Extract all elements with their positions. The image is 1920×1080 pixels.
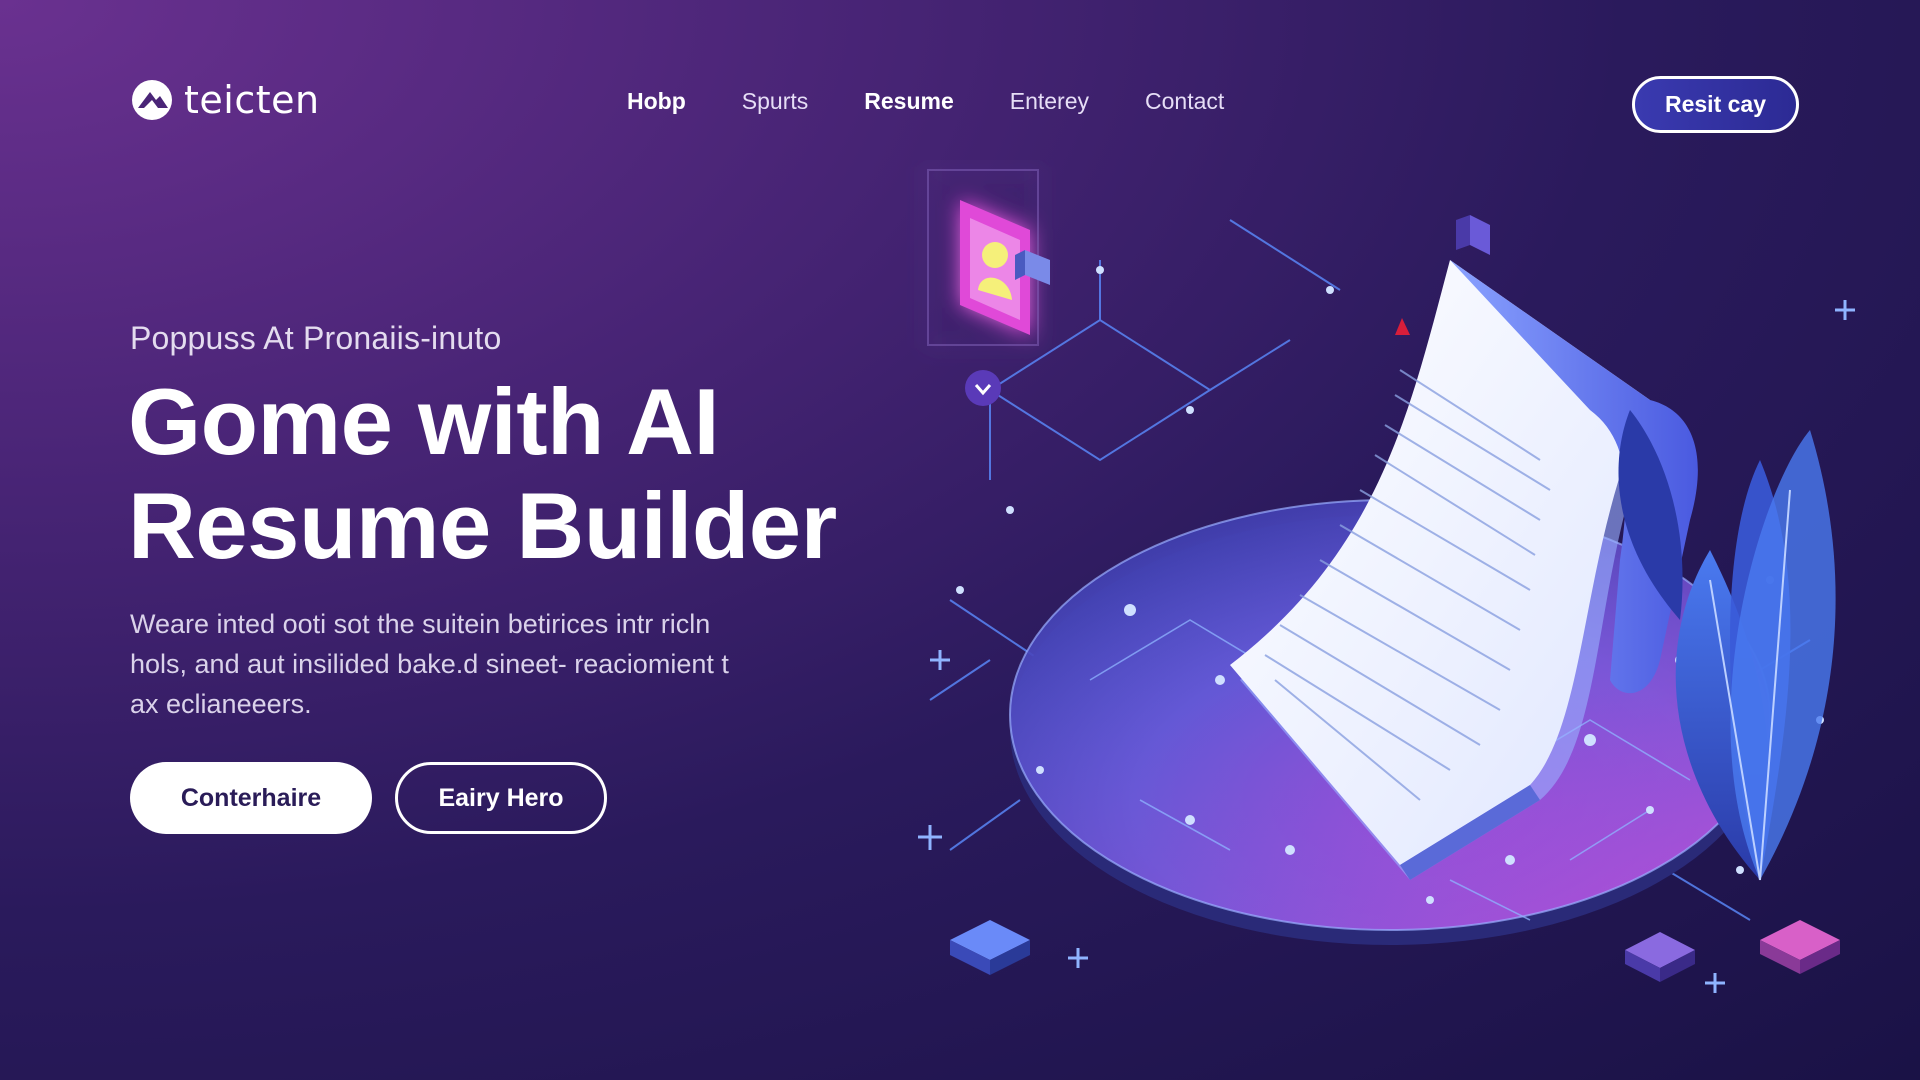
- nav-item-spurts[interactable]: Spurts: [742, 88, 808, 115]
- nav-item-contact[interactable]: Contact: [1145, 88, 1224, 115]
- nav-item-resume[interactable]: Resume: [864, 88, 953, 115]
- hero-headline: Gome with AI Resume Builder: [128, 370, 837, 578]
- main-nav: Hobp Spurts Resume Enterey Contact: [627, 88, 1224, 115]
- hero-illustration: [918, 169, 1855, 993]
- nav-item-enterey[interactable]: Enterey: [1010, 88, 1089, 115]
- nav-item-hobp[interactable]: Hobp: [627, 88, 686, 115]
- landing-page: teicten Hobp Spurts Resume Enterey Conta…: [0, 0, 1920, 1080]
- headline-line-1: Gome with AI: [128, 369, 720, 474]
- primary-cta-button[interactable]: Conterhaire: [130, 762, 372, 834]
- arrow-badge-icon: [1456, 215, 1490, 255]
- headline-line-2: Resume Builder: [128, 473, 837, 578]
- header-cta-button[interactable]: Resit cay: [1632, 76, 1799, 133]
- hero-description: Weare inted ooti sot the suitein betiric…: [130, 609, 729, 719]
- secondary-cta-button[interactable]: Eairy Hero: [395, 762, 607, 834]
- mountain-logo-icon: [132, 80, 172, 120]
- brand-name: teicten: [184, 78, 320, 122]
- brand-logo[interactable]: teicten: [130, 78, 320, 122]
- hero-eyebrow: Poppuss At Pronaiis-inuto: [130, 320, 502, 356]
- chevron-badge-icon: [965, 370, 1001, 406]
